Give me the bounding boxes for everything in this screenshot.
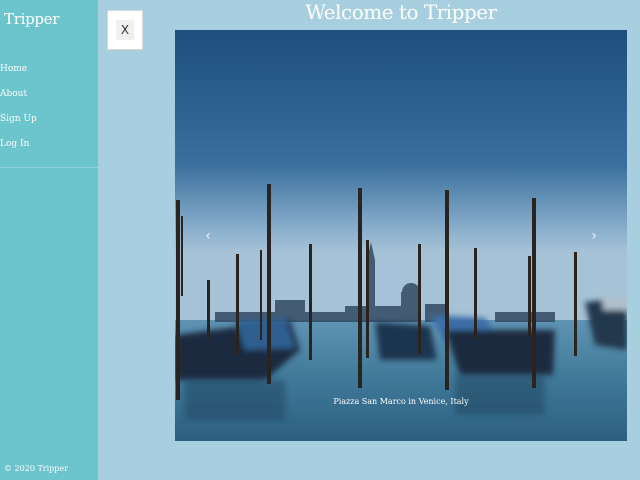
carousel-caption: Piazza San Marco in Venice, Italy bbox=[333, 397, 469, 406]
chevron-right-icon: › bbox=[591, 228, 597, 244]
image-carousel[interactable]: ‹ › Piazza San Marco in Venice, Italy bbox=[175, 30, 627, 441]
close-icon: X bbox=[116, 20, 134, 40]
carousel-next-button[interactable]: › bbox=[584, 226, 604, 246]
sidebar-nav: Home About Sign Up Log In bbox=[0, 62, 98, 162]
nav-item-log-in[interactable]: Log In bbox=[0, 137, 98, 162]
chevron-left-icon: ‹ bbox=[205, 228, 211, 244]
nav-item-about[interactable]: About bbox=[0, 87, 98, 112]
sidebar: Tripper Home About Sign Up Log In © 2020… bbox=[0, 0, 98, 480]
page-title: Welcome to Tripper bbox=[305, 0, 497, 24]
sidebar-footer: © 2020 Tripper bbox=[4, 464, 68, 473]
brand-logo[interactable]: Tripper bbox=[4, 10, 59, 28]
nav-divider bbox=[0, 167, 98, 168]
nav-item-sign-up[interactable]: Sign Up bbox=[0, 112, 98, 137]
venice-gondolas-photo bbox=[175, 30, 627, 441]
carousel-prev-button[interactable]: ‹ bbox=[198, 226, 218, 246]
nav-item-home[interactable]: Home bbox=[0, 62, 98, 87]
close-sidebar-button[interactable]: X bbox=[107, 10, 143, 50]
